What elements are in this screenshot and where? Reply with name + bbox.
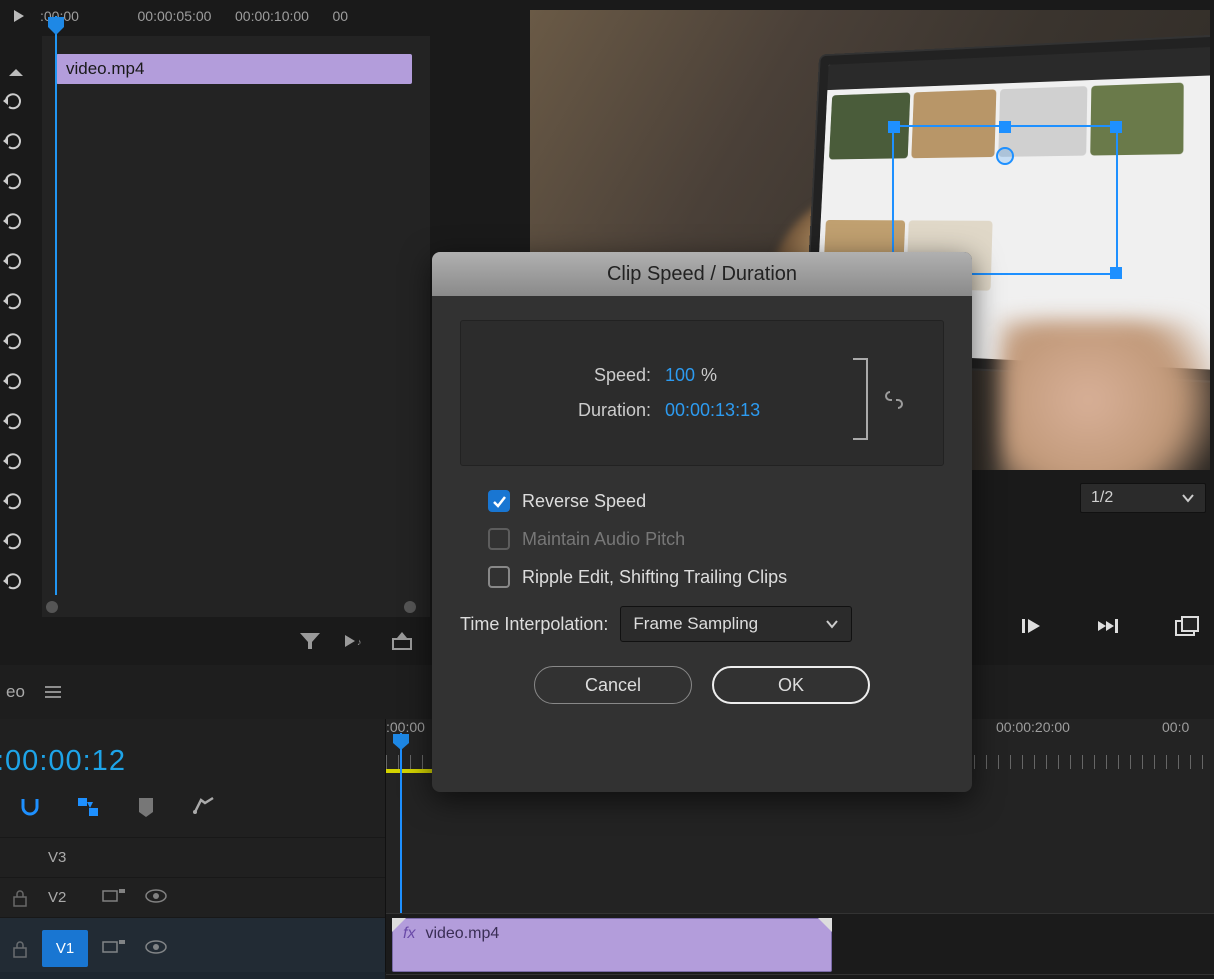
timeline-playhead-handle[interactable] bbox=[392, 733, 410, 751]
reset-column bbox=[0, 88, 32, 594]
speed-unit: % bbox=[701, 365, 717, 386]
reset-icon[interactable] bbox=[0, 368, 26, 394]
reverse-speed-label: Reverse Speed bbox=[522, 491, 646, 512]
resize-handle[interactable] bbox=[888, 121, 900, 133]
linked-selection-toggle[interactable] bbox=[74, 793, 102, 821]
fx-time-2: 00:00:10:00 bbox=[235, 8, 333, 24]
anchor-point-icon[interactable] bbox=[996, 147, 1014, 165]
reset-icon[interactable] bbox=[0, 528, 26, 554]
track-output-icon[interactable] bbox=[102, 939, 130, 959]
transport-controls bbox=[970, 601, 1214, 651]
resize-handle[interactable] bbox=[1110, 121, 1122, 133]
current-timecode[interactable]: :00:00:12 bbox=[0, 745, 126, 778]
reset-icon[interactable] bbox=[0, 448, 26, 474]
maintain-pitch-row: Maintain Audio Pitch bbox=[488, 528, 944, 550]
step-forward-button[interactable] bbox=[1020, 609, 1046, 643]
lock-icon[interactable] bbox=[12, 889, 34, 907]
reset-icon[interactable] bbox=[0, 288, 26, 314]
track-row-v1[interactable]: V1 bbox=[0, 917, 385, 979]
track-label: V3 bbox=[48, 849, 88, 866]
fx-zoom-scrollbar[interactable] bbox=[42, 599, 420, 615]
timeline-clip[interactable]: fx video.mp4 bbox=[392, 918, 832, 972]
marker-icon[interactable] bbox=[132, 793, 160, 821]
clip-name: video.mp4 bbox=[425, 925, 499, 943]
reset-icon[interactable] bbox=[0, 128, 26, 154]
duration-value[interactable]: 00:00:13:13 bbox=[665, 400, 760, 421]
speed-duration-group: Speed: 100 % Duration: 00:00:13:13 bbox=[460, 320, 944, 466]
clip-in-handle[interactable] bbox=[392, 918, 406, 932]
chevron-down-icon bbox=[825, 617, 839, 631]
clip-speed-duration-dialog: Clip Speed / Duration Speed: 100 % Durat… bbox=[432, 252, 972, 792]
resize-handle[interactable] bbox=[1110, 267, 1122, 279]
fx-time-1: 00:00:05:00 bbox=[138, 8, 236, 24]
clip-out-handle[interactable] bbox=[818, 918, 832, 932]
maintain-pitch-label: Maintain Audio Pitch bbox=[522, 529, 685, 550]
svg-text:♪: ♪ bbox=[357, 637, 362, 647]
fx-playhead-line[interactable] bbox=[55, 16, 57, 595]
zoom-level-select[interactable]: 1/2 bbox=[1080, 483, 1206, 513]
reset-icon[interactable] bbox=[0, 88, 26, 114]
fx-time-3: 00 bbox=[333, 8, 431, 24]
cancel-button[interactable]: Cancel bbox=[534, 666, 692, 704]
fx-playhead-handle[interactable] bbox=[47, 16, 65, 36]
time-interpolation-value: Frame Sampling bbox=[633, 614, 758, 634]
reset-icon[interactable] bbox=[0, 248, 26, 274]
link-toggle-icon[interactable] bbox=[883, 389, 905, 411]
reverse-speed-checkbox[interactable] bbox=[488, 490, 510, 512]
resize-handle[interactable] bbox=[999, 121, 1011, 133]
time-interpolation-select[interactable]: Frame Sampling bbox=[620, 606, 852, 642]
reset-icon[interactable] bbox=[0, 208, 26, 234]
speed-value[interactable]: 100 bbox=[665, 365, 695, 386]
ok-button[interactable]: OK bbox=[712, 666, 870, 704]
filter-icon[interactable] bbox=[296, 627, 324, 655]
reset-icon[interactable] bbox=[0, 488, 26, 514]
zoom-value: 1/2 bbox=[1091, 489, 1113, 507]
fx-play-button[interactable] bbox=[6, 3, 32, 29]
dialog-title: Clip Speed / Duration bbox=[432, 252, 972, 296]
next-edit-button[interactable] bbox=[1096, 609, 1124, 643]
track-label: V2 bbox=[48, 889, 88, 906]
time-interpolation-label: Time Interpolation: bbox=[460, 614, 608, 635]
reset-icon[interactable] bbox=[0, 168, 26, 194]
track-label[interactable]: V1 bbox=[42, 930, 88, 967]
settings-icon[interactable] bbox=[190, 793, 218, 821]
expand-track-icon[interactable] bbox=[4, 64, 28, 80]
fx-clip-bar[interactable]: video.mp4 bbox=[56, 54, 412, 84]
eye-icon[interactable] bbox=[144, 939, 172, 959]
eye-icon[interactable] bbox=[144, 888, 172, 908]
ruler-time: 00:0 bbox=[1162, 719, 1189, 735]
track-row-v3[interactable]: V3 bbox=[0, 837, 385, 877]
ruler-time: 00:00:20:00 bbox=[996, 719, 1070, 735]
snap-toggle[interactable] bbox=[16, 793, 44, 821]
panel-menu-icon[interactable] bbox=[43, 684, 63, 700]
ripple-edit-label: Ripple Edit, Shifting Trailing Clips bbox=[522, 567, 787, 588]
reset-icon[interactable] bbox=[0, 568, 26, 594]
reverse-speed-row[interactable]: Reverse Speed bbox=[488, 490, 944, 512]
chevron-down-icon bbox=[1181, 491, 1195, 505]
track-row-v2[interactable]: V2 bbox=[0, 877, 385, 917]
export-icon[interactable] bbox=[388, 627, 416, 655]
duration-label: Duration: bbox=[485, 400, 665, 421]
reset-icon[interactable] bbox=[0, 408, 26, 434]
sequence-tab[interactable]: eo bbox=[0, 682, 25, 702]
ripple-edit-row[interactable]: Ripple Edit, Shifting Trailing Clips bbox=[488, 566, 944, 588]
track-output-icon[interactable] bbox=[102, 888, 130, 908]
fx-keyframe-area[interactable]: video.mp4 bbox=[42, 36, 430, 617]
maintain-pitch-checkbox bbox=[488, 528, 510, 550]
export-frame-button[interactable] bbox=[1174, 609, 1200, 643]
effect-controls-panel: :00:00 00:00:05:00 00:00:10:00 00 video.… bbox=[0, 0, 430, 665]
ripple-edit-checkbox[interactable] bbox=[488, 566, 510, 588]
play-audio-only-icon[interactable]: ♪ bbox=[342, 627, 370, 655]
link-bracket-icon bbox=[849, 355, 873, 443]
reset-icon[interactable] bbox=[0, 328, 26, 354]
timeline-track-header: :00:00:12 V3 V2 V1 bbox=[0, 719, 386, 972]
fx-mini-timeline[interactable]: :00:00 00:00:05:00 00:00:10:00 00 bbox=[40, 0, 430, 32]
speed-label: Speed: bbox=[485, 365, 665, 386]
lock-icon[interactable] bbox=[12, 940, 34, 958]
